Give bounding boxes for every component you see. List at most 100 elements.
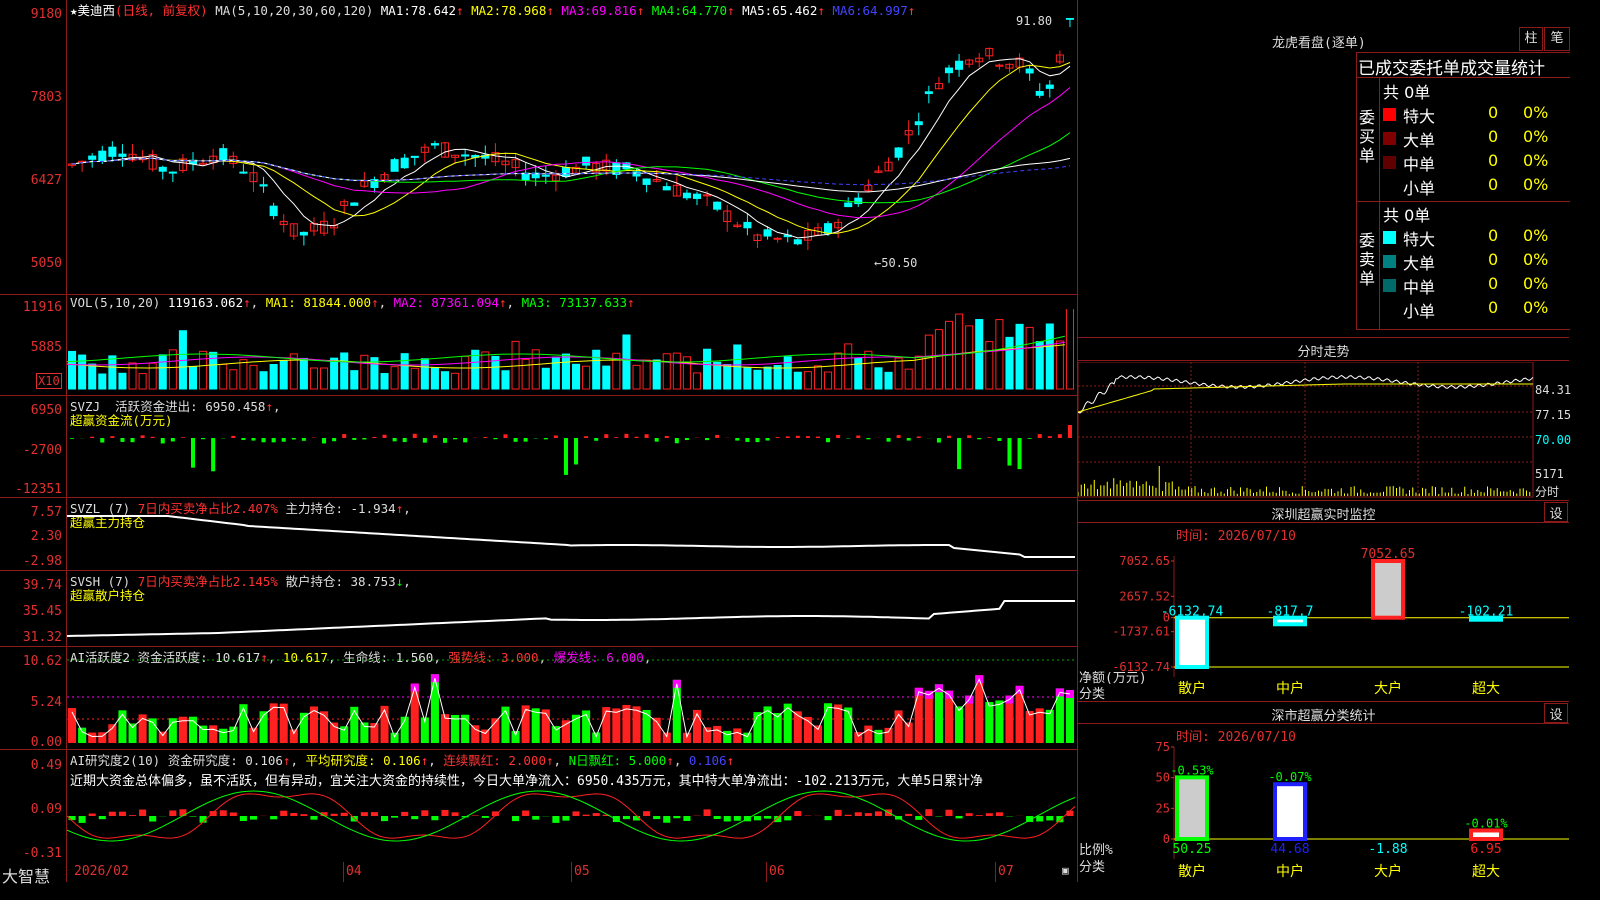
fenshi-panel[interactable]: 分时走势 84.31 77.15 70.00 5171 分时: [1077, 338, 1572, 501]
research-bar: [824, 816, 832, 821]
research-bar: [108, 811, 116, 816]
volume-bar: [440, 371, 450, 390]
svzj-pane[interactable]: 6950 -2700 -12351 SVZJ 活跃资金进出: 6950.458↑…: [0, 396, 1077, 498]
volume-bar: [461, 355, 470, 390]
flow-bar: [120, 438, 125, 442]
flow-bar: [180, 437, 185, 438]
order-type: 大单: [1403, 131, 1436, 150]
up-arrow-icon: ↑: [456, 3, 464, 18]
vol-header: VOL(5,10,20) 119163.062↑, MA1: 81844.000…: [70, 295, 635, 310]
research-bar: [179, 809, 187, 816]
order-percent: 0%: [1523, 274, 1549, 293]
flow-bar: [967, 435, 972, 438]
flow-bar: [1007, 438, 1012, 466]
kline-chart[interactable]: [67, 18, 1075, 290]
ai-research-pane[interactable]: 0.49 0.09 -0.31 AI研究度2(10) 资金研究度: 0.106↑…: [0, 750, 1077, 863]
ai-active-pane[interactable]: 10.62 5.24 0.00 AI活跃度2 资金活跃度: 10.617↑, 1…: [0, 647, 1077, 750]
research-bar: [249, 816, 258, 820]
kline-pane[interactable]: 9180 7803 6427 5050 ★美迪西(日线, 前复权) MA(5,1…: [0, 0, 1077, 295]
flow-bar: [1027, 438, 1032, 439]
research-bar: [834, 809, 842, 816]
ai-active-chart[interactable]: [67, 649, 1075, 747]
research-bar: [864, 813, 872, 816]
volume-bar: [1035, 341, 1044, 390]
flow-bar: [614, 437, 619, 438]
chart-area[interactable]: 9180 7803 6427 5050 ★美迪西(日线, 前复权) MA(5,1…: [0, 0, 1077, 886]
activity-bar: [914, 687, 923, 743]
ma1-value: 78.642: [410, 3, 457, 18]
candle-body: [713, 201, 722, 210]
order-row: 特大 0 0%: [1383, 226, 1573, 250]
svzl-y-axis: 7.57 2.30 -2.98: [0, 498, 67, 570]
y-label: 6427: [30, 173, 62, 188]
y-label: 5050: [30, 256, 62, 271]
volume-bar: [309, 367, 318, 390]
order-count: 0: [1488, 274, 1499, 293]
research-bar: [703, 809, 711, 816]
y-label: -2700: [22, 443, 62, 458]
monitor-title: 深圳超赢实时监控: [1271, 508, 1376, 523]
up-arrow-icon: ↑: [546, 3, 554, 18]
flow-bar: [826, 438, 831, 443]
bar-value-label: 50.25: [1172, 842, 1211, 857]
lhb-tick-button[interactable]: 笔: [1544, 27, 1570, 51]
vol-pane[interactable]: 11916 5885 X10 VOL(5,10,20) 119163.062↑,…: [0, 295, 1077, 396]
monitor-chart[interactable]: 7052.652657.520-1737.61-6132.74-6132.74散…: [1078, 541, 1569, 700]
research-bar: [128, 815, 137, 816]
research-bar: [794, 811, 802, 816]
order-row: 大单 0 0%: [1383, 250, 1573, 274]
order-count: 0: [1488, 298, 1499, 317]
candle-body: [773, 237, 782, 240]
candle-body: [118, 153, 127, 157]
color-swatch: [1383, 303, 1396, 316]
volume-bar: [652, 359, 661, 390]
ai-research-chart[interactable]: [67, 766, 1075, 860]
holding-line: [67, 515, 1075, 558]
volume-bar: [793, 371, 802, 390]
monitor-panel[interactable]: 深圳超赢实时监控 设 时间: 2026/07/10 净额(万元) 分类 7052…: [1077, 501, 1569, 702]
svzj-chart[interactable]: [67, 424, 1075, 494]
y-label: 39.74: [22, 578, 62, 593]
activity-bar: [249, 727, 258, 743]
ma4-label: MA4:: [651, 3, 682, 18]
flow-bar: [493, 438, 498, 440]
activity-bar: [592, 732, 601, 743]
ma2-label: MA2:: [471, 3, 502, 18]
volume-bar: [551, 356, 560, 390]
fenshi-title: 分时走势: [1297, 345, 1350, 360]
y-label: 11916: [22, 300, 62, 315]
activity-bar: [934, 684, 943, 743]
activity-bar: [330, 722, 339, 743]
vol-chart[interactable]: [67, 309, 1075, 393]
classify-bar: [1469, 828, 1503, 842]
classify-settings-button[interactable]: 设: [1544, 703, 1568, 723]
research-bar: [78, 816, 86, 823]
classify-chart[interactable]: 75 50 25 0 -0.53% 50.25 散户 -0.07% 44.68 中户 -1.88 大户…: [1078, 742, 1569, 882]
volume-bar: [78, 354, 87, 390]
research-bar: [441, 809, 449, 816]
flow-bar: [1017, 438, 1022, 470]
lhb-bar-button[interactable]: 柱: [1519, 27, 1543, 51]
ma2-value: 78.968: [501, 3, 547, 18]
lhb-subtitle: 已成交委托单成交量统计: [1358, 59, 1545, 79]
activity-bar: [672, 679, 681, 743]
svsh-pane[interactable]: 39.74 35.45 31.32 SVSH (7) 7日内买卖净占比2.145…: [0, 571, 1077, 647]
research-bar: [169, 810, 177, 816]
fenshi-chart[interactable]: [1078, 362, 1534, 498]
svzl-chart[interactable]: [67, 508, 1075, 568]
monitor-settings-button[interactable]: 设: [1544, 502, 1568, 522]
flow-bar: [644, 434, 649, 438]
x-label: 04: [346, 864, 362, 879]
lock-icon[interactable]: ▣: [1062, 864, 1069, 877]
volume-bar: [239, 359, 248, 390]
candle-body: [88, 155, 97, 160]
fenshi-y-label: 84.31: [1535, 383, 1572, 397]
svsh-chart[interactable]: [67, 581, 1075, 644]
volume-bar: [1025, 326, 1034, 390]
color-swatch: [1383, 180, 1396, 193]
volume-bar: [128, 362, 137, 390]
research-bar: [905, 813, 913, 816]
classify-panel[interactable]: 深市超赢分类统计 设 时间: 2026/07/10 比例% 分类 75 50 25 0…: [1077, 702, 1569, 882]
flow-bar: [755, 438, 760, 443]
svzl-pane[interactable]: 7.57 2.30 -2.98 SVZL (7) 7日内买卖净占比2.407% …: [0, 498, 1077, 571]
